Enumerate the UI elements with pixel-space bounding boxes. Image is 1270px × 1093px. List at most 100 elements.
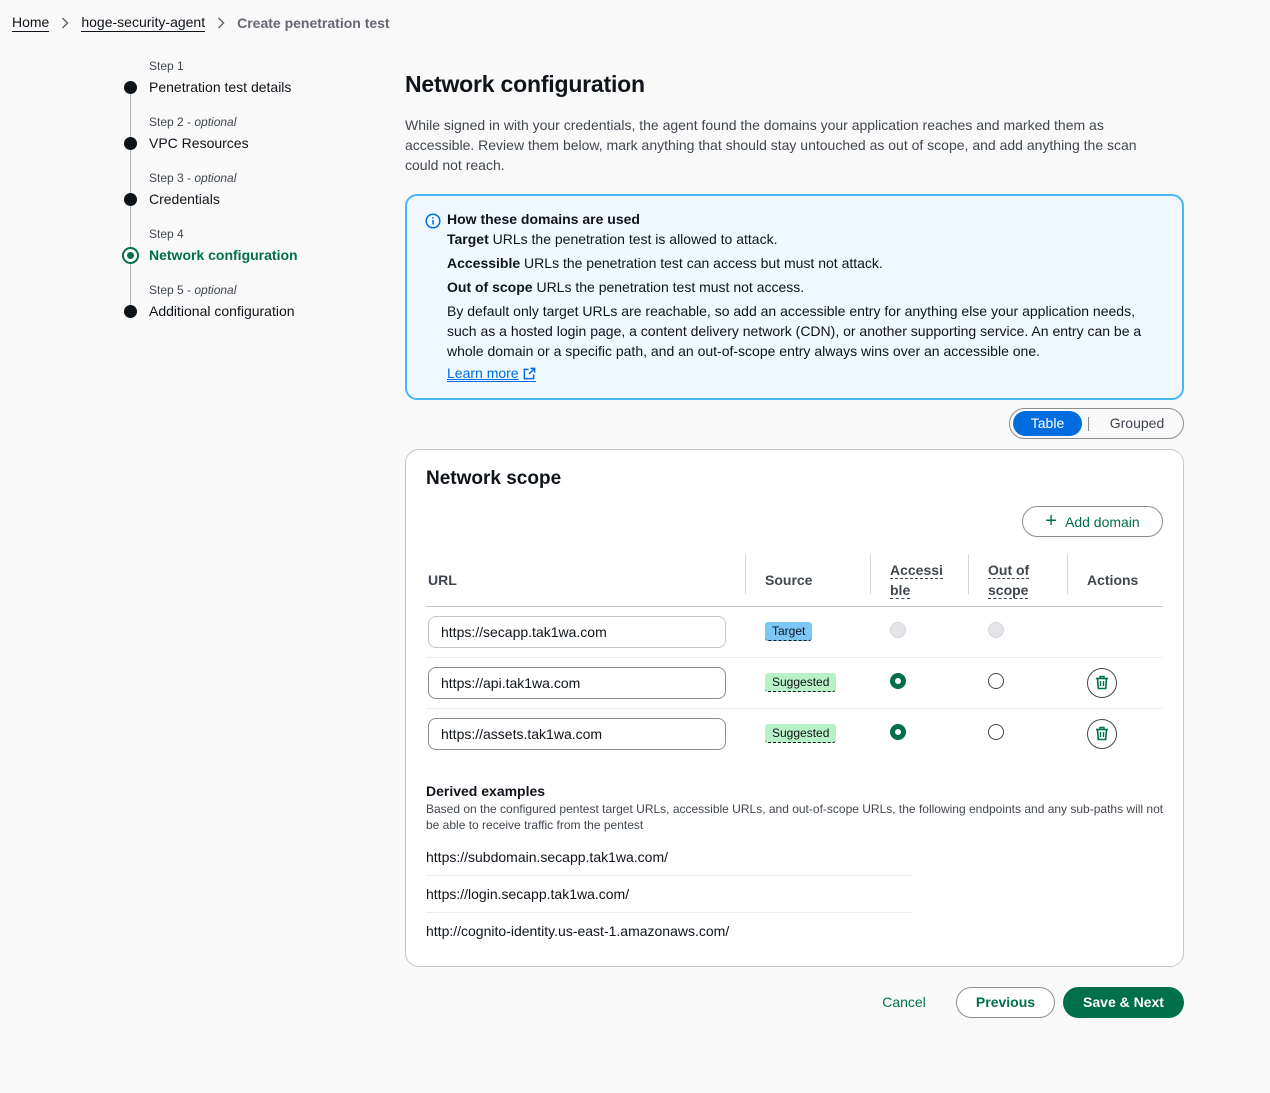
step-title: Network configuration <box>149 247 298 263</box>
save-next-button[interactable]: Save & Next <box>1063 987 1184 1018</box>
network-scope-table: URL Source Accessi ble Out of scope Action… <box>426 554 1163 759</box>
table-row: https://secapp.tak1wa.com Target <box>426 606 1163 658</box>
info-target-line: Target URLs the penetration test is allo… <box>447 229 1166 249</box>
derived-examples-list: https://subdomain.secapp.tak1wa.com/ htt… <box>426 839 912 950</box>
column-header-actions-label: Actions <box>1087 571 1139 588</box>
step-number: Step 5 - <box>149 283 195 297</box>
step-3[interactable]: Step 3 - optional Credentials <box>122 170 362 256</box>
step-dot <box>124 305 137 318</box>
column-header-oos-line2: scope <box>988 581 1029 598</box>
column-divider <box>968 554 969 594</box>
source-badge-suggested[interactable]: Suggested <box>765 673 837 692</box>
url-input-readonly: https://secapp.tak1wa.com <box>428 615 726 648</box>
column-divider <box>745 554 746 594</box>
step-dot <box>124 193 137 206</box>
view-toggle: Table Grouped <box>1009 408 1184 439</box>
info-accessible-line: Accessible URLs the penetration test can… <box>447 253 1166 273</box>
info-accessible-term: Accessible <box>447 255 521 271</box>
info-target-text: URLs the penetration test is allowed to … <box>488 231 778 247</box>
column-divider <box>870 554 871 594</box>
step-number: Step 3 - <box>149 171 195 185</box>
derived-examples-title: Derived examples <box>426 783 546 799</box>
step-number: Step 1 <box>149 59 184 73</box>
add-domain-button[interactable]: + Add domain <box>1022 506 1163 537</box>
toggle-divider <box>1088 416 1089 431</box>
info-heading: How these domains are used <box>447 211 640 227</box>
step-number: Step 2 - <box>149 115 195 129</box>
column-header-oos-line1: Out of <box>988 561 1030 578</box>
step-1[interactable]: Step 1 Penetration test details <box>122 58 362 144</box>
column-header-oos-label: Out of scope <box>988 561 1030 599</box>
url-input[interactable]: https://assets.tak1wa.com <box>428 717 726 750</box>
out-of-scope-radio[interactable] <box>988 673 1004 689</box>
info-accessible-text: URLs the penetration test can access but… <box>520 255 883 271</box>
column-header-out-of-scope[interactable]: Out of scope <box>968 554 1067 607</box>
derived-examples: Derived examples Based on the configured… <box>426 782 1166 950</box>
step-optional: optional <box>194 283 237 297</box>
step-dot-active <box>122 247 139 264</box>
page-title: Network configuration <box>405 71 645 97</box>
step-optional: optional <box>194 171 237 185</box>
list-item: https://subdomain.secapp.tak1wa.com/ <box>426 839 912 876</box>
list-item: https://login.secapp.tak1wa.com/ <box>426 876 912 913</box>
source-badge-target[interactable]: Target <box>765 622 813 641</box>
step-title: VPC Resources <box>149 135 249 151</box>
info-oos-line: Out of scope URLs the penetration test m… <box>447 277 1166 297</box>
page-description: While signed in with your credentials, t… <box>405 117 1137 173</box>
step-title: Credentials <box>149 191 220 207</box>
step-optional: optional <box>194 115 237 129</box>
table-header-row: URL Source Accessi ble Out of scope Action… <box>426 554 1163 607</box>
step-number: Step 4 <box>149 227 184 241</box>
out-of-scope-radio[interactable] <box>988 724 1004 741</box>
chevron-right-icon <box>217 17 225 29</box>
column-header-source[interactable]: Source <box>745 554 870 607</box>
source-badge-suggested[interactable]: Suggested <box>765 724 837 744</box>
breadcrumb-home-link[interactable]: Home <box>12 14 50 32</box>
url-input[interactable]: https://api.tak1wa.com <box>428 666 726 699</box>
step-title: Penetration test details <box>149 79 292 95</box>
column-header-url[interactable]: URL <box>426 554 745 607</box>
main-content: Network configuration While signed in wi… <box>405 68 1184 175</box>
view-toggle-table[interactable]: Table <box>1013 411 1082 436</box>
info-long-text: By default only target URLs are reachabl… <box>447 303 1142 359</box>
table-row: https://api.tak1wa.com Suggested <box>426 657 1163 709</box>
step-dot <box>124 137 137 150</box>
breadcrumb-agent-link[interactable]: hoge-security-agent <box>81 14 206 32</box>
column-header-accessible-line2: ble <box>890 581 911 598</box>
step-4[interactable]: Step 4 Network configuration <box>122 226 362 312</box>
network-scope-card: Network scope + Add domain URL Source Ac… <box>405 449 1184 967</box>
column-header-accessible[interactable]: Accessi ble <box>870 554 968 607</box>
learn-more-link[interactable]: Learn more <box>447 365 536 382</box>
derived-examples-subtitle: Based on the configured pentest target U… <box>426 802 1164 832</box>
column-header-accessible-line1: Accessi <box>890 561 943 578</box>
column-divider <box>1067 554 1068 594</box>
plus-icon: + <box>1045 509 1057 532</box>
accessible-radio-disabled <box>890 622 906 638</box>
info-target-term: Target <box>447 231 489 247</box>
column-header-source-label: Source <box>765 571 813 588</box>
network-scope-title: Network scope <box>426 468 562 489</box>
step-title: Additional configuration <box>149 303 295 319</box>
step-2[interactable]: Step 2 - optional VPC Resources <box>122 114 362 200</box>
info-oos-term: Out of scope <box>447 279 533 295</box>
list-item: http://cognito-identity.us-east-1.amazon… <box>426 923 730 939</box>
delete-row-button[interactable] <box>1087 667 1117 698</box>
out-of-scope-radio-disabled <box>988 622 1004 638</box>
step-5[interactable]: Step 5 - optional Additional configurati… <box>122 282 362 338</box>
delete-row-button[interactable] <box>1087 718 1117 749</box>
add-domain-label: Add domain <box>1064 513 1140 530</box>
trash-icon <box>1096 727 1108 741</box>
step-dot <box>124 81 137 94</box>
view-toggle-grouped[interactable]: Grouped <box>1095 411 1179 436</box>
accessible-radio-selected[interactable] <box>890 724 906 741</box>
previous-button[interactable]: Previous <box>956 987 1055 1018</box>
table-row: https://assets.tak1wa.com Suggested <box>426 708 1163 759</box>
cancel-button[interactable]: Cancel <box>872 987 936 1017</box>
column-header-accessible-label: Accessi ble <box>890 561 943 599</box>
info-alert: How these domains are used Target URLs t… <box>405 194 1184 400</box>
chevron-right-icon <box>61 17 69 29</box>
breadcrumb-current: Create penetration test <box>237 15 390 31</box>
trash-icon <box>1096 675 1108 690</box>
accessible-radio-selected[interactable] <box>890 673 906 689</box>
info-icon <box>425 213 441 229</box>
